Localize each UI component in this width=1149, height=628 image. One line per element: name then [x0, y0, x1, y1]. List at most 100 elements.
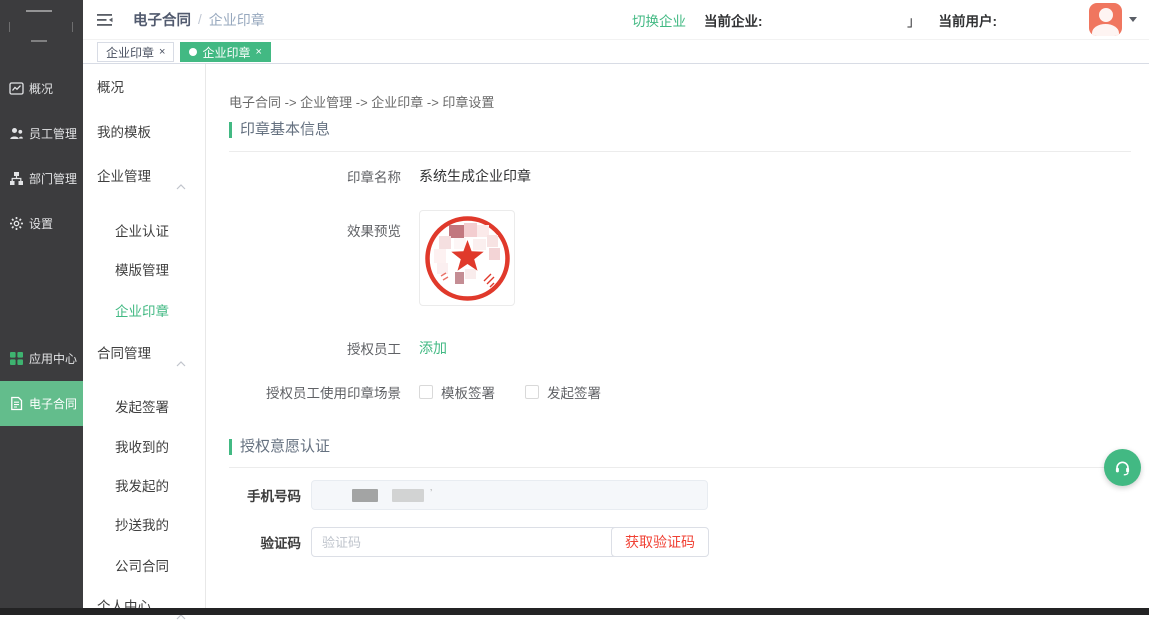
checkbox-template-sign[interactable] [419, 385, 433, 399]
submenu-label: 发起签署 [115, 400, 169, 415]
submenu-label: 我的模板 [97, 125, 151, 140]
submenu-label: 企业管理 [97, 169, 151, 184]
secondary-sidebar: 概况 我的模板 企业管理 企业认证 模版管理 企业印章 合同管理 发起签署 我收… [83, 64, 206, 608]
breadcrumb-app[interactable]: 电子合同 [133, 9, 191, 30]
phone-redaction-block [392, 489, 424, 502]
current-user-label: 当前用户: [939, 10, 998, 30]
employees-icon [9, 126, 24, 141]
checkbox-initiate-sign[interactable] [525, 385, 539, 399]
sidebar-item-overview[interactable]: 概况 [0, 66, 83, 111]
sidebar-item-label: 员工管理 [29, 125, 77, 142]
tab-enterprise-seal-active[interactable]: 企业印章 × [180, 42, 270, 62]
primary-sidebar: 概况 员工管理 部门管理 设置 应用中心 [0, 0, 83, 615]
code-input-wrap: 获取验证码 [311, 527, 708, 557]
content-breadcrumb: 电子合同 -> 企业管理 -> 企业印章 -> 印章设置 [229, 92, 494, 111]
sidebar-item-settings[interactable]: 设置 [0, 201, 83, 246]
form-row-phone: 手机号码 ’ [229, 480, 708, 510]
sidebar-item-employees[interactable]: 员工管理 [0, 111, 83, 156]
checkbox-label: 模板签署 [441, 382, 495, 402]
divider [229, 151, 1131, 152]
submenu-item-initiate-sign[interactable]: 发起签署 [83, 396, 205, 420]
logo-redacted-mark [72, 22, 73, 32]
submenu-group-contract-mgmt[interactable]: 合同管理 [83, 342, 205, 366]
code-label: 验证码 [229, 532, 301, 552]
submenu-group-enterprise-mgmt[interactable]: 企业管理 [83, 165, 205, 189]
hamburger-icon[interactable] [97, 13, 114, 27]
contract-icon [9, 396, 24, 411]
sidebar-item-app-center[interactable]: 应用中心 [0, 336, 83, 381]
phone-input-wrap: ’ [311, 480, 708, 510]
submenu-item-enterprise-auth[interactable]: 企业认证 [83, 220, 205, 244]
add-staff-link[interactable]: 添加 [419, 338, 447, 358]
chevron-down-icon[interactable] [1129, 17, 1137, 22]
submenu-item-initiated[interactable]: 我发起的 [83, 475, 205, 499]
submenu-label: 模版管理 [115, 263, 169, 278]
tags-view-bar: 企业印章 × 企业印章 × [83, 41, 1149, 64]
phone-label: 手机号码 [229, 485, 301, 505]
top-header: 电子合同 / 企业印章 切换企业 当前企业: 」 当前用户: [83, 0, 1149, 40]
submenu-item-company-contracts[interactable]: 公司合同 [83, 555, 205, 579]
seal-name-value: 系统生成企业印章 [419, 166, 531, 186]
submenu-item-received[interactable]: 我收到的 [83, 436, 205, 460]
seal-name-label: 印章名称 [229, 166, 401, 186]
current-company-value: 」 [763, 10, 921, 30]
current-company-label: 当前企业: [704, 10, 763, 30]
sidebar-item-e-contract[interactable]: 电子合同 [0, 381, 83, 426]
sidebar-item-label: 概况 [29, 80, 53, 97]
chevron-up-icon [176, 174, 186, 198]
breadcrumb-page: 企业印章 [209, 10, 265, 30]
form-row-code: 验证码 获取验证码 [229, 527, 708, 557]
submenu-label: 我收到的 [115, 440, 169, 455]
phone-redaction-block [352, 489, 378, 502]
submenu-label: 公司合同 [115, 559, 169, 574]
tab-label: 企业印章 [202, 44, 250, 61]
switch-company-link[interactable]: 切换企业 [632, 10, 686, 30]
logo-redacted-mark [26, 10, 52, 12]
active-dot-icon [189, 48, 197, 56]
logo-redacted-mark [9, 22, 10, 32]
checkbox-label: 发起签署 [547, 382, 601, 402]
tab-label: 企业印章 [106, 44, 154, 61]
section-title-auth-will: 授权意愿认证 [229, 439, 330, 455]
customer-service-button[interactable] [1104, 449, 1141, 486]
header-right: 切换企业 当前企业: 」 当前用户: [632, 3, 1149, 36]
submenu-label: 概况 [97, 80, 124, 95]
submenu-item-enterprise-seal[interactable]: 企业印章 [83, 300, 205, 324]
phone-input[interactable]: ’ [311, 480, 708, 510]
company-seal-preview [419, 210, 515, 306]
get-code-button[interactable]: 获取验证码 [611, 527, 709, 557]
form-row-preview: 效果预览 [229, 210, 515, 306]
headset-icon [1113, 458, 1132, 477]
dashboard-icon [9, 81, 24, 96]
submenu-item-my-templates[interactable]: 我的模板 [83, 121, 205, 145]
sidebar-item-departments[interactable]: 部门管理 [0, 156, 83, 201]
submenu-item-template-mgmt[interactable]: 模版管理 [83, 259, 205, 283]
checkbox-group-initiate-sign: 发起签署 [525, 382, 601, 402]
avatar-silhouette [1092, 24, 1119, 36]
checkbox-group-template-sign: 模板签署 [419, 382, 495, 402]
avatar[interactable] [1089, 3, 1122, 36]
submenu-label: 合同管理 [97, 346, 151, 361]
sidebar-spacer [0, 246, 83, 336]
close-icon[interactable]: × [255, 47, 261, 58]
app-logo[interactable] [0, 0, 83, 63]
submenu-label: 企业认证 [115, 224, 169, 239]
submenu-group-personal-center[interactable]: 个人中心 [83, 595, 205, 619]
divider [229, 467, 1141, 468]
departments-icon [9, 171, 24, 186]
form-row-seal-scenes: 授权员工使用印章场景 模板签署 发起签署 [229, 382, 631, 402]
submenu-item-cc-me[interactable]: 抄送我的 [83, 514, 205, 538]
submenu-item-overview[interactable]: 概况 [83, 76, 205, 100]
settings-icon [9, 216, 24, 231]
form-row-authorized-staff: 授权员工 添加 [229, 338, 447, 358]
sidebar-item-label: 应用中心 [29, 350, 77, 367]
chevron-up-icon [176, 351, 186, 375]
close-icon[interactable]: × [159, 47, 165, 58]
submenu-label: 我发起的 [115, 479, 169, 494]
bottom-scrollbar[interactable] [0, 608, 1149, 615]
tab-enterprise-seal[interactable]: 企业印章 × [97, 42, 174, 62]
seal-image [421, 212, 514, 305]
main-content: 电子合同 -> 企业管理 -> 企业印章 -> 印章设置 印章基本信息 印章名称… [206, 64, 1149, 608]
form-row-seal-name: 印章名称 系统生成企业印章 [229, 166, 531, 186]
logo-redacted-mark [31, 40, 47, 42]
